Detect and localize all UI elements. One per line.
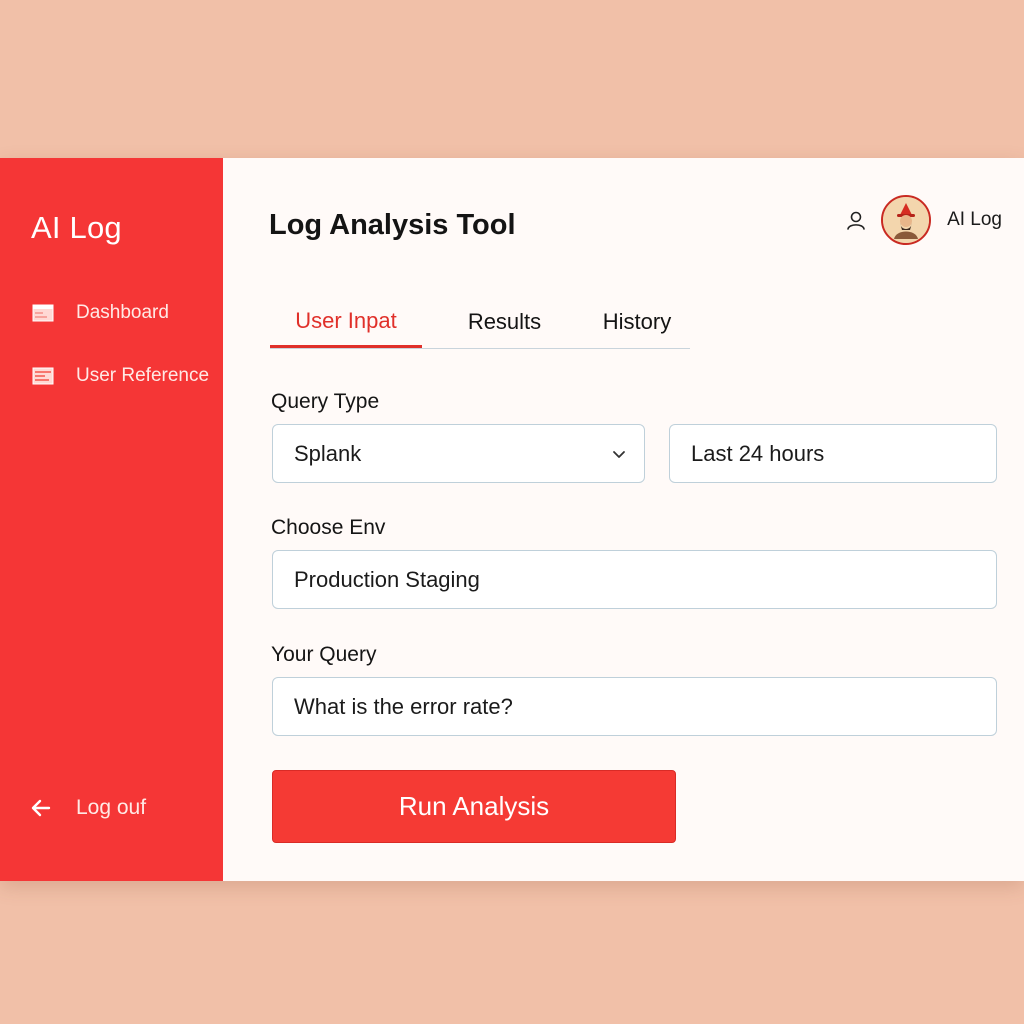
- sidebar-item-label: User Reference: [76, 365, 210, 386]
- env-label: Choose Env: [271, 516, 386, 539]
- user-area: AI Log: [845, 195, 1002, 245]
- list-icon: [32, 367, 54, 385]
- tab-user-input[interactable]: User Inpat: [270, 296, 422, 348]
- sidebar-brand: AI Log: [31, 210, 122, 245]
- sidebar: AI Log Dashboard User Reference Log ouf: [0, 158, 223, 881]
- time-range-value: Last 24 hours: [691, 440, 825, 466]
- query-label: Your Query: [271, 643, 377, 666]
- avatar[interactable]: [881, 195, 932, 245]
- query-type-value: Splank: [294, 440, 362, 466]
- query-type-label: Query Type: [271, 390, 380, 413]
- query-type-select[interactable]: Splank: [272, 424, 645, 483]
- user-name: AI Log: [947, 209, 1002, 230]
- query-value: What is the error rate?: [294, 693, 513, 719]
- sidebar-item-dashboard[interactable]: Dashboard: [32, 302, 169, 324]
- logout-label: Log ouf: [76, 796, 147, 819]
- time-range-select[interactable]: Last 24 hours: [669, 424, 997, 483]
- run-analysis-button[interactable]: Run Analysis: [272, 770, 676, 843]
- window-icon: [32, 304, 54, 322]
- tab-history[interactable]: History: [587, 296, 687, 348]
- user-icon[interactable]: [845, 209, 867, 231]
- main-content: Log Analysis Tool AI Log User Inpat Resu…: [223, 158, 1024, 881]
- env-field[interactable]: Production Staging: [272, 550, 997, 609]
- env-value: Production Staging: [294, 566, 480, 592]
- sidebar-item-user-reference[interactable]: User Reference: [32, 365, 209, 387]
- chevron-down-icon: [612, 447, 626, 461]
- arrow-left-icon: [30, 797, 52, 819]
- tab-bar: User Inpat Results History: [270, 296, 690, 349]
- tab-results[interactable]: Results: [422, 296, 587, 348]
- app-window: AI Log Dashboard User Reference Log ouf …: [0, 158, 1024, 881]
- sidebar-item-label: Dashboard: [76, 302, 169, 323]
- logout-button[interactable]: Log ouf: [30, 796, 146, 820]
- query-input[interactable]: What is the error rate?: [272, 677, 997, 736]
- page-title: Log Analysis Tool: [269, 209, 516, 241]
